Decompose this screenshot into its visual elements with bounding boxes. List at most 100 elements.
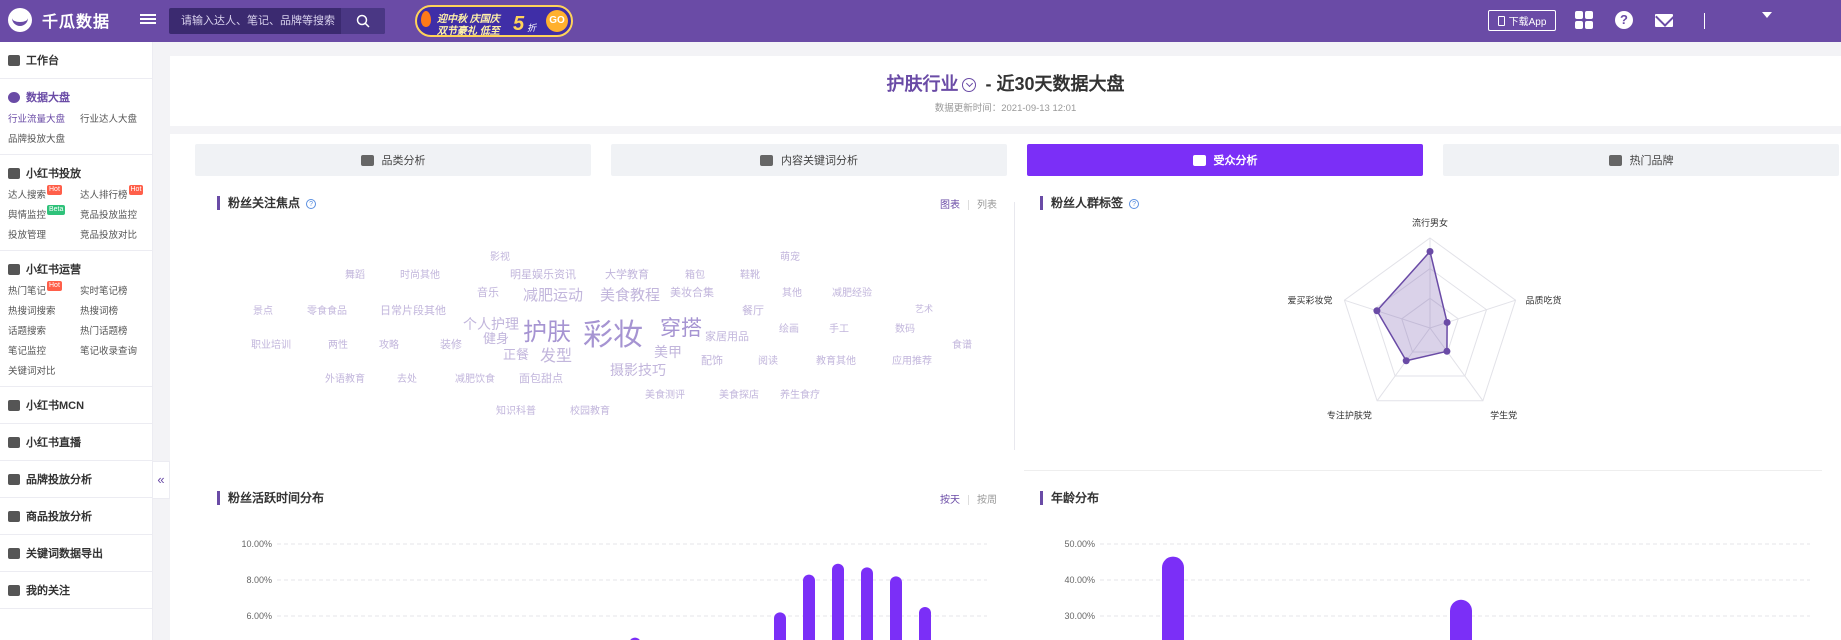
info-icon[interactable]: ? [306,198,317,209]
sidebar-link[interactable]: 达人排行榜 Hot [80,185,152,204]
sidebar-link[interactable]: 话题搜索 [8,323,80,340]
sidebar-link[interactable]: 笔记收录查询 [80,343,152,360]
sidebar-link[interactable]: 投放管理 [8,227,80,244]
word-cloud-term[interactable]: 养生食疗 [780,386,820,401]
menu-toggle-icon[interactable] [140,12,156,28]
user-menu-chevron-down-icon[interactable] [1762,12,1772,18]
word-cloud-term[interactable]: 绘画 [779,320,799,335]
sidebar-section-title[interactable]: 商品投放分析 [8,504,152,528]
search-input[interactable] [169,8,341,34]
sidebar-section-title[interactable]: 小红书投放 [8,161,152,185]
sidebar-link[interactable]: 达人搜索 Hot [8,185,80,204]
radar-point[interactable] [1426,248,1434,255]
word-cloud-term[interactable]: 时尚其他 [400,266,440,281]
toggle-by-week[interactable]: 按周 [977,495,997,506]
mail-icon[interactable] [1655,14,1673,27]
toggle-by-day[interactable]: 按天 [940,495,960,506]
bar[interactable] [832,563,844,640]
help-icon[interactable]: ? [1615,11,1633,29]
bar[interactable] [890,576,902,640]
word-cloud-term[interactable]: 箱包 [685,266,705,281]
word-cloud-term[interactable]: 影视 [490,248,510,263]
sidebar-section-title[interactable]: 数据大盘 [8,85,152,109]
word-cloud-term[interactable]: 美甲 [654,342,682,362]
sidebar-section-title[interactable]: 品牌投放分析 [8,467,152,491]
sidebar-section-title[interactable]: 我的关注 [8,578,152,602]
word-cloud-term[interactable]: 阅读 [758,352,778,367]
word-cloud-term[interactable]: 应用推荐 [892,352,932,367]
word-cloud-term[interactable]: 职业培训 [251,336,291,351]
word-cloud-term[interactable]: 食谱 [952,336,972,351]
sidebar-link[interactable]: 关键词对比 [8,363,80,380]
bar[interactable] [1162,556,1184,640]
word-cloud-term[interactable]: 攻略 [379,336,399,351]
word-cloud-term[interactable]: 正餐 [503,344,529,363]
info-icon[interactable]: ? [1129,198,1140,209]
toggle-list[interactable]: 列表 [977,200,997,211]
word-cloud-term[interactable]: 去处 [397,370,417,385]
industry-selector[interactable]: 护肤行业 [886,74,958,94]
word-cloud-term[interactable]: 摄影技巧 [610,360,666,380]
radar-point[interactable] [1402,357,1410,365]
word-cloud-term[interactable]: 两性 [328,336,348,351]
brand-logo[interactable]: 千瓜数据 [8,8,110,32]
word-cloud-term[interactable]: 零食食品 [307,302,347,317]
search-button[interactable] [341,8,385,34]
bar[interactable] [774,612,786,640]
radar-point[interactable] [1443,318,1451,326]
word-cloud-term[interactable]: 减肥饮食 [455,370,495,385]
word-cloud-term[interactable]: 家居用品 [705,328,749,344]
sidebar-link[interactable]: 行业流量大盘 [8,111,80,128]
word-cloud-term[interactable]: 舞蹈 [345,266,365,281]
word-cloud-term[interactable]: 面包甜点 [519,370,563,386]
sidebar-link[interactable]: 笔记监控 [8,343,80,360]
word-cloud-term[interactable]: 餐厅 [742,302,764,318]
bar[interactable] [1450,599,1472,640]
sidebar-link[interactable]: 竞品投放监控 [80,207,152,224]
sidebar-link[interactable]: 热门笔记 Hot [8,281,80,300]
word-cloud-term[interactable]: 大学教育 [605,266,649,282]
word-cloud-term[interactable]: 校园教育 [570,402,610,417]
sidebar-link[interactable]: 热门话题榜 [80,323,152,340]
word-cloud-term[interactable]: 外语教育 [325,370,365,385]
word-cloud-term[interactable]: 知识科普 [496,402,536,417]
sidebar-section-title[interactable]: 小红书直播 [8,430,152,454]
word-cloud-term[interactable]: 美食教程 [600,284,660,305]
download-app-button[interactable]: 下载App [1488,10,1556,31]
sidebar-link[interactable]: 品牌投放大盘 [8,131,80,148]
word-cloud-term[interactable]: 其他 [782,284,802,299]
sidebar-section-title[interactable]: 小红书运营 [8,257,152,281]
promo-banner[interactable]: 迎中秋 庆国庆 双节豪礼 低至 5 折 GO [415,5,573,37]
word-cloud-term[interactable]: 教育其他 [816,352,856,367]
sidebar-collapse-button[interactable]: « [153,461,170,499]
sidebar-link[interactable]: 热搜词搜索 [8,303,80,320]
word-cloud-term[interactable]: 发型 [540,342,572,366]
word-cloud-term[interactable]: 明星娱乐资讯 [510,266,576,282]
tab-keyword-analysis[interactable]: 内容关键词分析 [611,144,1007,176]
toggle-chart[interactable]: 图表 [940,200,960,211]
word-cloud-term[interactable]: 减肥经验 [832,284,872,299]
bar[interactable] [861,567,873,640]
sidebar-link[interactable]: 热搜词榜 [80,303,152,320]
tab-category-analysis[interactable]: 品类分析 [195,144,591,176]
word-cloud-term[interactable]: 减肥运动 [523,284,583,305]
sidebar-link[interactable]: 竞品投放对比 [80,227,152,244]
apps-grid-icon[interactable] [1575,11,1593,29]
word-cloud-term[interactable]: 日常片段其他 [380,302,446,318]
word-cloud-term[interactable]: 美食探店 [719,386,759,401]
sidebar-section-title[interactable]: 工作台 [8,48,152,72]
word-cloud-term[interactable]: 景点 [253,302,273,317]
word-cloud-term[interactable]: 音乐 [477,284,499,300]
word-cloud-term[interactable]: 穿搭 [660,312,702,342]
word-cloud-term[interactable]: 鞋靴 [740,266,760,281]
word-cloud-term[interactable]: 装修 [440,336,462,352]
word-cloud-term[interactable]: 彩妆 [583,310,643,354]
word-cloud-term[interactable]: 手工 [829,320,849,335]
sidebar-section-title[interactable]: 关键词数据导出 [8,541,152,565]
bar[interactable] [803,574,815,640]
bar[interactable] [919,607,931,640]
tab-audience-analysis[interactable]: 受众分析 [1027,144,1423,176]
sidebar-section-title[interactable]: 小红书MCN [8,393,152,417]
word-cloud-term[interactable]: 配饰 [701,352,723,368]
word-cloud-term[interactable]: 数码 [895,320,915,335]
